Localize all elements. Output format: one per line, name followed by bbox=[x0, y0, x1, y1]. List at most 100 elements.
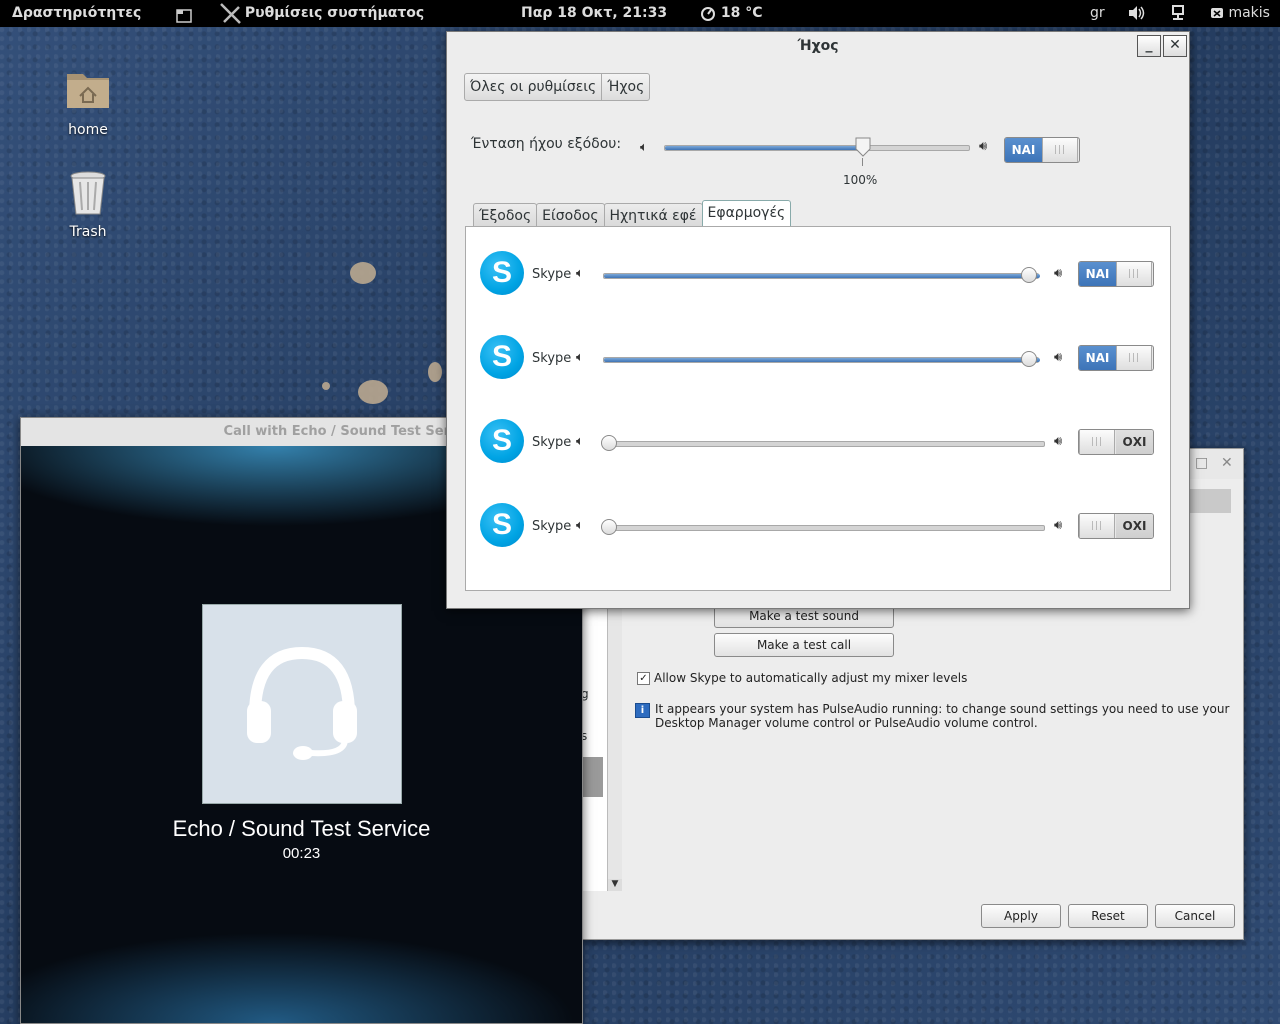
close-button[interactable]: ✕ bbox=[1163, 35, 1187, 57]
clock[interactable]: Παρ 18 Οκτ, 21:33 bbox=[521, 0, 667, 27]
app-switch-label: ΟΧΙ bbox=[1116, 430, 1153, 454]
wallpaper-splat bbox=[322, 382, 330, 390]
breadcrumb: Όλες οι ρυθμίσεις Ήχος bbox=[464, 73, 651, 101]
sound-window-title: Ήχος bbox=[797, 38, 839, 54]
make-test-call-button[interactable]: Make a test call bbox=[714, 633, 894, 657]
trash-icon bbox=[70, 171, 106, 215]
app-mute-switch[interactable]: ||| ΟΧΙ bbox=[1078, 513, 1154, 539]
minimize-button[interactable]: _ bbox=[1137, 35, 1161, 57]
user-name: makis bbox=[1228, 5, 1270, 21]
output-switch[interactable]: ΝΑΙ ||| bbox=[1004, 137, 1080, 163]
top-panel: Δραστηριότητες Ρυθμίσεις συστήματος Παρ … bbox=[0, 0, 1280, 27]
skype-icon: S bbox=[480, 335, 524, 379]
home-label: home bbox=[68, 122, 108, 138]
app-volume-slider[interactable] bbox=[603, 441, 1045, 447]
breadcrumb-sound[interactable]: Ήχος bbox=[601, 74, 649, 100]
output-volume-fill bbox=[665, 146, 864, 150]
weather-indicator[interactable]: 18 °C bbox=[700, 0, 763, 27]
app-row: S Skype 🔈︎ 🔊︎ ΝΑΙ ||| bbox=[466, 251, 1170, 311]
app-mute-switch[interactable]: ΝΑΙ ||| bbox=[1078, 345, 1154, 371]
volume-low-icon: 🔈︎ bbox=[640, 140, 648, 155]
app-menu-icon[interactable] bbox=[176, 6, 192, 33]
output-volume-knob[interactable] bbox=[855, 137, 871, 157]
volume-icon[interactable] bbox=[1128, 0, 1146, 27]
app-switch-label: ΟΧΙ bbox=[1116, 514, 1153, 538]
allow-mixer-label: Allow Skype to automatically adjust my m… bbox=[654, 671, 968, 685]
app-volume-slider[interactable] bbox=[603, 273, 1040, 279]
skype-icon: S bbox=[480, 251, 524, 295]
allow-mixer-checkbox[interactable]: ✓ bbox=[637, 672, 650, 685]
volume-high-icon: 🔊︎ bbox=[1054, 518, 1063, 533]
app-mute-switch[interactable]: ΝΑΙ ||| bbox=[1078, 261, 1154, 287]
wallpaper-splat bbox=[428, 362, 442, 382]
pulseaudio-info-text: It appears your system has PulseAudio ru… bbox=[655, 702, 1229, 730]
output-volume-slider[interactable] bbox=[664, 145, 970, 151]
trash-label: Trash bbox=[69, 224, 107, 240]
app-switch-label: ΝΑΙ bbox=[1079, 262, 1116, 286]
app-row: S Skype 🔈︎ 🔊︎ ||| ΟΧΙ bbox=[466, 503, 1170, 563]
app-volume-fill bbox=[604, 274, 1040, 278]
tab-input[interactable]: Είσοδος bbox=[536, 203, 605, 228]
sound-tabs: Έξοδος Είσοδος Ηχητικά εφέ Εφαρμογές bbox=[473, 200, 792, 229]
volume-high-icon: 🔊︎ bbox=[1054, 266, 1063, 281]
app-volume-slider[interactable] bbox=[603, 525, 1045, 531]
network-icon[interactable] bbox=[1170, 0, 1186, 27]
sound-settings-window: Ήχος _ ✕ Όλες οι ρυθμίσεις Ήχος Ένταση ή… bbox=[446, 31, 1190, 609]
home-folder-icon bbox=[67, 74, 109, 108]
tools-icon bbox=[220, 3, 241, 24]
tab-output[interactable]: Έξοδος bbox=[473, 203, 538, 228]
app-menu-label: Ρυθμίσεις συστήματος bbox=[244, 5, 425, 21]
app-switch-thumb: ||| bbox=[1079, 430, 1115, 454]
scroll-down-arrow[interactable]: ▼ bbox=[608, 879, 622, 891]
volume-low-icon: 🔈︎ bbox=[576, 434, 584, 449]
volume-low-icon: 🔈︎ bbox=[576, 350, 584, 365]
cancel-button[interactable]: Cancel bbox=[1155, 904, 1235, 928]
activities-button[interactable]: Δραστηριότητες bbox=[12, 0, 141, 27]
app-name: Skype bbox=[532, 519, 572, 534]
app-volume-knob[interactable] bbox=[601, 519, 617, 535]
applications-panel: S Skype 🔈︎ 🔊︎ ΝΑΙ ||| S Skype 🔈︎ 🔊︎ ΝΑΙ … bbox=[465, 226, 1171, 591]
close-button[interactable]: ✕ bbox=[1221, 455, 1233, 471]
volume-high-icon: 🔊︎ bbox=[1054, 434, 1063, 449]
sidebar-selected-item[interactable] bbox=[581, 757, 603, 797]
app-row: S Skype 🔈︎ 🔊︎ ||| ΟΧΙ bbox=[466, 419, 1170, 479]
tab-sound-effects[interactable]: Ηχητικά εφέ bbox=[603, 203, 703, 228]
app-volume-slider[interactable] bbox=[603, 357, 1040, 363]
app-name: Skype bbox=[532, 267, 572, 282]
user-status-icon bbox=[1211, 8, 1223, 18]
allow-mixer-option[interactable]: ✓ Allow Skype to automatically adjust my … bbox=[637, 671, 967, 685]
app-mute-switch[interactable]: ||| ΟΧΙ bbox=[1078, 429, 1154, 455]
keyboard-layout[interactable]: gr bbox=[1090, 0, 1105, 27]
app-name: Skype bbox=[532, 435, 572, 450]
app-menu[interactable]: Ρυθμίσεις συστήματος bbox=[218, 0, 424, 27]
weather-icon bbox=[701, 7, 715, 21]
reset-button[interactable]: Reset bbox=[1068, 904, 1148, 928]
desktop-icon-home[interactable]: home bbox=[48, 68, 128, 138]
app-volume-knob[interactable] bbox=[1021, 267, 1037, 283]
options-scrollbar[interactable]: ▼ bbox=[607, 599, 622, 891]
app-row: S Skype 🔈︎ 🔊︎ ΝΑΙ ||| bbox=[466, 335, 1170, 395]
app-switch-thumb: ||| bbox=[1116, 346, 1152, 370]
app-volume-knob[interactable] bbox=[1021, 351, 1037, 367]
maximize-button[interactable]: □ bbox=[1195, 455, 1208, 471]
volume-low-icon: 🔈︎ bbox=[576, 518, 584, 533]
app-switch-thumb: ||| bbox=[1079, 514, 1115, 538]
app-switch-thumb: ||| bbox=[1116, 262, 1152, 286]
user-menu[interactable]: makis bbox=[1210, 0, 1270, 27]
sound-window-titlebar[interactable]: Ήχος _ ✕ bbox=[447, 32, 1189, 62]
tab-applications[interactable]: Εφαρμογές bbox=[701, 200, 792, 229]
headset-icon bbox=[247, 646, 357, 760]
call-duration: 00:23 bbox=[282, 845, 321, 862]
app-name: Skype bbox=[532, 351, 572, 366]
app-volume-knob[interactable] bbox=[601, 435, 617, 451]
breadcrumb-all-settings[interactable]: Όλες οι ρυθμίσεις bbox=[465, 74, 601, 100]
temperature: 18 °C bbox=[720, 5, 763, 21]
volume-high-icon: 🔊︎ bbox=[979, 139, 988, 154]
info-icon: i bbox=[635, 703, 650, 718]
avatar bbox=[202, 604, 402, 804]
pulseaudio-info-line-1: It appears your system has PulseAudio ru… bbox=[655, 702, 1230, 716]
output-switch-thumb: ||| bbox=[1042, 138, 1078, 162]
apply-button[interactable]: Apply bbox=[981, 904, 1061, 928]
desktop-icon-trash[interactable]: Trash bbox=[48, 170, 128, 240]
volume-high-icon: 🔊︎ bbox=[1054, 350, 1063, 365]
